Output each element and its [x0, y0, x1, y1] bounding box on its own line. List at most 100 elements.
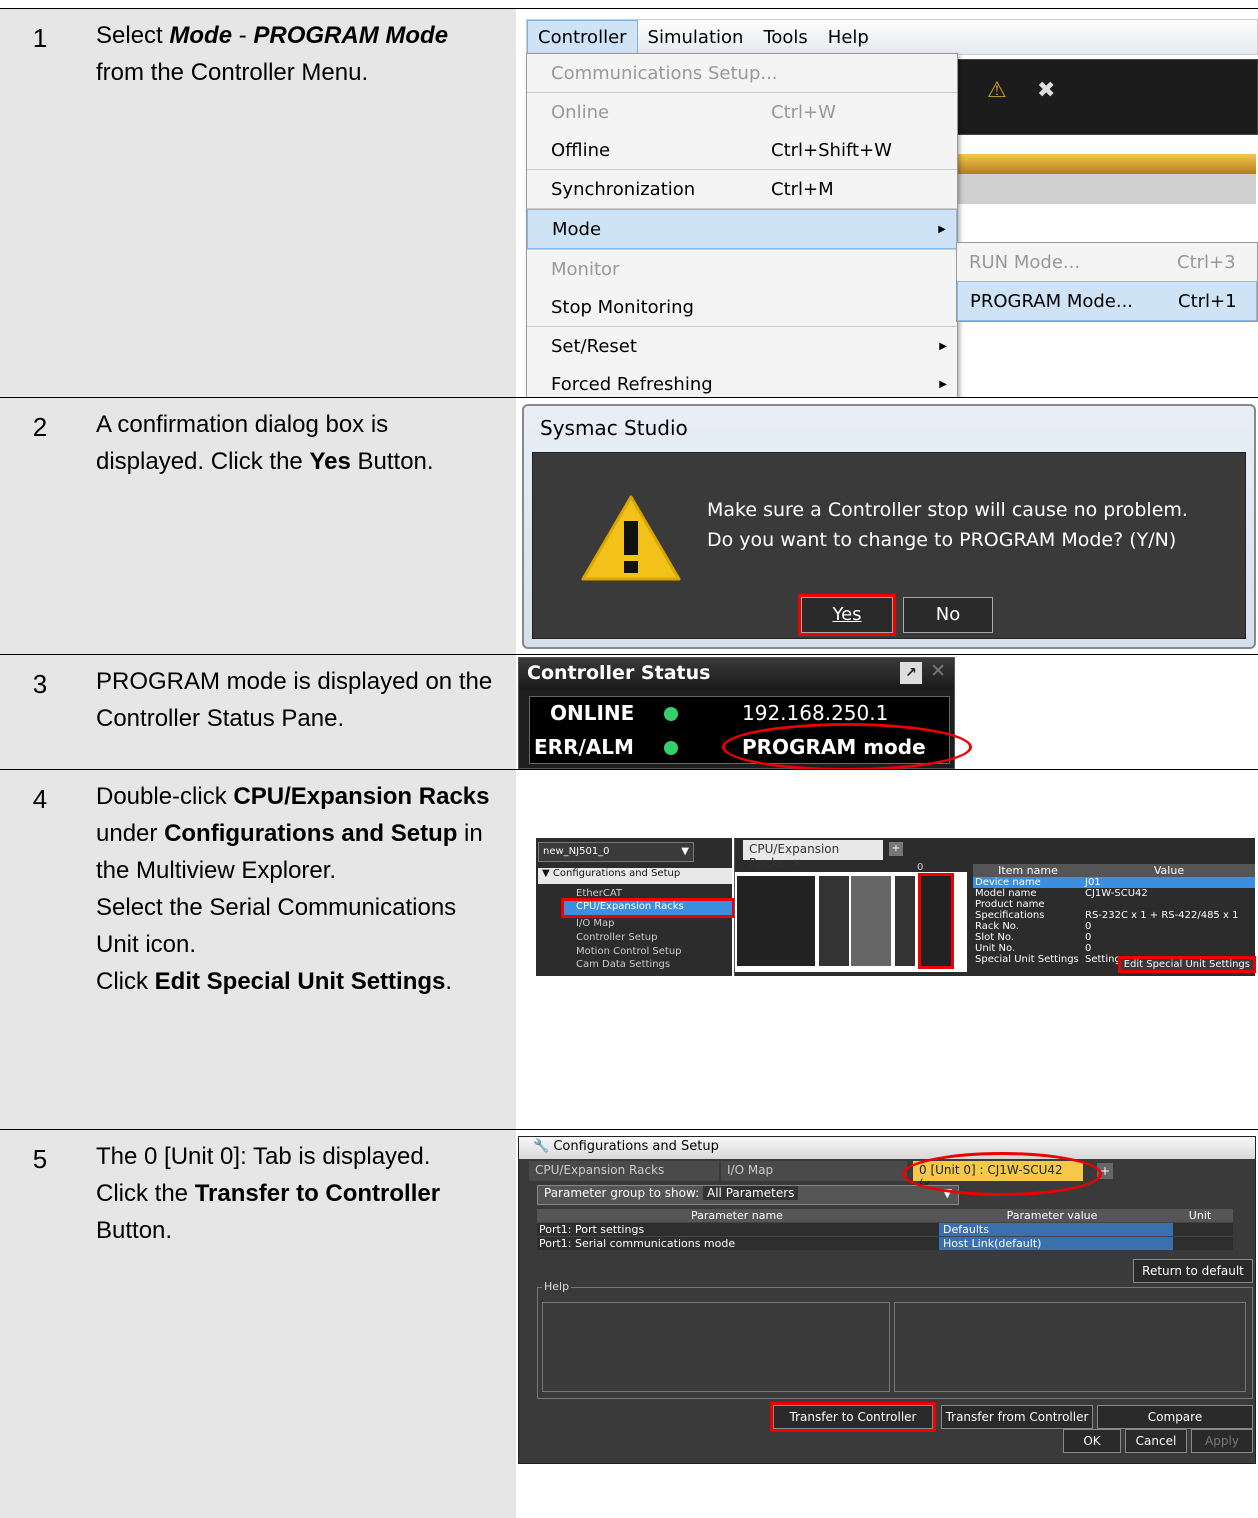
cancel-button[interactable]: Cancel: [1125, 1429, 1187, 1453]
tree-item-motion-control[interactable]: Motion Control Setup: [576, 946, 682, 957]
dialog-message-line1: Make sure a Controller stop will cause n…: [707, 499, 1188, 521]
step-row-4: 4 Double-click CPU/Expansion Racks under…: [0, 769, 1258, 1130]
property-row[interactable]: Specifications RS-232C x 1 + RS-422/485 x…: [973, 910, 1255, 921]
wrench-icon: 🔧: [533, 1139, 550, 1154]
menu-item-synchronization[interactable]: Synchronization Ctrl+M: [527, 170, 957, 208]
submenu-arrow-icon: ▶: [938, 223, 946, 235]
tree-item-ethercat[interactable]: EtherCAT: [576, 888, 622, 899]
step-number: 1: [0, 9, 80, 398]
rack-units: [735, 872, 967, 972]
step-description: A confirmation dialog box is displayed. …: [80, 398, 516, 655]
property-row[interactable]: Device name J01: [973, 877, 1255, 888]
device-select[interactable]: new_NJ501_0 ▼: [538, 842, 694, 862]
menu-item-communications-setup[interactable]: Communications Setup...: [527, 54, 957, 92]
parameter-table: Parameter name Parameter value Unit Port1:…: [537, 1209, 1233, 1250]
dropdown-icon: ▼: [681, 846, 689, 857]
tree-root[interactable]: ▼ Configurations and Setup: [538, 868, 732, 884]
property-row[interactable]: Slot No. 0: [973, 932, 1255, 943]
highlight-ellipse: [722, 723, 972, 771]
step-row-3: 3 PROGRAM mode is displayed on the Contr…: [0, 654, 1258, 771]
property-row[interactable]: Unit No. 0: [973, 943, 1255, 954]
menu-item-run-mode[interactable]: RUN Mode... Ctrl+3: [957, 243, 1257, 281]
window-title: Configurations and Setup: [553, 1139, 719, 1154]
menu-simulation[interactable]: Simulation: [638, 21, 754, 54]
menu-item-program-mode[interactable]: PROGRAM Mode... Ctrl+1: [957, 281, 1257, 321]
step-number: 5: [0, 1130, 80, 1518]
return-to-default-button[interactable]: Return to default: [1133, 1259, 1253, 1283]
screenshot-controller-menu: ⚠ ✖ Controller Simulation Tools Help Commun…: [516, 9, 1258, 404]
menu-item-set-reset[interactable]: Set/Reset ▶: [527, 327, 957, 365]
menu-item-stop-monitoring[interactable]: Stop Monitoring: [527, 288, 957, 326]
menu-help[interactable]: Help: [818, 21, 879, 54]
menu-item-offline[interactable]: Offline Ctrl+Shift+W: [527, 131, 957, 169]
step-row-1: 1 Select Mode - PROGRAM Mode from the Co…: [0, 8, 1258, 404]
step-row-2: 2 A confirmation dialog box is displayed…: [0, 397, 1258, 655]
menu-bar: Controller Simulation Tools Help: [526, 19, 1258, 55]
property-row[interactable]: Model name CJ1W-SCU42: [973, 888, 1255, 899]
step-number: 4: [0, 770, 80, 1130]
rack-canvas: CPU/Expansion Racks × + 0 Item name Value…: [734, 838, 1257, 976]
online-label: ONLINE: [550, 701, 635, 725]
parameter-row[interactable]: Port1: Port settings Defaults: [537, 1222, 1233, 1236]
warning-icon: ⚠: [987, 78, 1007, 103]
tree-item-controller-setup[interactable]: Controller Setup: [576, 932, 657, 943]
menu-item-online[interactable]: Online Ctrl+W: [527, 93, 957, 131]
ok-button[interactable]: OK: [1063, 1429, 1121, 1453]
configurations-window: 🔧 Configurations and Setup CPU/Expansion…: [518, 1136, 1256, 1464]
menu-item-mode[interactable]: Mode ▶: [527, 209, 957, 249]
err-alm-label: ERR/ALM: [534, 735, 634, 759]
menu-tools[interactable]: Tools: [753, 21, 817, 54]
tree-item-io-map[interactable]: I/O Map: [576, 918, 614, 929]
dialog-message-line2: Do you want to change to PROGRAM Mode? (…: [707, 529, 1177, 551]
screenshot-unit-settings: 🔧 Configurations and Setup CPU/Expansion…: [516, 1130, 1258, 1518]
close-icon[interactable]: ×: [792, 856, 802, 870]
step-number: 2: [0, 398, 80, 655]
mode-submenu: RUN Mode... Ctrl+3 PROGRAM Mode... Ctrl+1: [956, 242, 1258, 322]
tree-item-cam-data[interactable]: Cam Data Settings: [576, 959, 670, 970]
apply-button[interactable]: Apply: [1191, 1429, 1253, 1453]
transfer-to-controller-button[interactable]: Transfer to Controller: [770, 1402, 936, 1432]
property-row[interactable]: Rack No. 0: [973, 921, 1255, 932]
menu-controller[interactable]: Controller: [527, 20, 638, 55]
toolbar-background: ⚠ ✖: [956, 59, 1258, 135]
float-icon[interactable]: ↗: [900, 662, 922, 684]
step-description: The 0 [Unit 0]: Tab is displayed. Click …: [80, 1130, 516, 1518]
multiview-explorer: new_NJ501_0 ▼ ▼ Configurations and Setup …: [536, 838, 735, 976]
parameter-row[interactable]: Port1: Serial communications mode Host Li…: [537, 1236, 1233, 1250]
close-icon[interactable]: ✕: [930, 660, 946, 682]
tree-item-cpu-racks[interactable]: CPU/Expansion Racks: [561, 898, 735, 918]
property-grid: Item name Value Device name J01 Model name C…: [973, 864, 1257, 974]
pane-title: Controller Status: [527, 662, 711, 684]
screenshot-confirm-dialog: Sysmac Studio Make sure a Controller sto…: [516, 398, 1258, 655]
transfer-from-controller-button[interactable]: Transfer from Controller: [941, 1405, 1093, 1429]
step-description: Select Mode - PROGRAM Mode from the Cont…: [80, 9, 516, 398]
tab-cpu-racks[interactable]: CPU/Expansion Racks: [529, 1161, 719, 1181]
step-row-5: 5 The 0 [Unit 0]: Tab is displayed. Clic…: [0, 1129, 1258, 1518]
tool-icon: ✖: [1037, 78, 1056, 103]
property-row[interactable]: Product name: [973, 899, 1255, 910]
screenshot-rack-view: new_NJ501_0 ▼ ▼ Configurations and Setup …: [516, 770, 1258, 1130]
add-tab-icon[interactable]: +: [889, 842, 903, 856]
step-number: 3: [0, 655, 80, 770]
confirm-dialog: Sysmac Studio Make sure a Controller sto…: [522, 404, 1256, 649]
submenu-arrow-icon: ▶: [939, 340, 947, 352]
menu-item-monitor[interactable]: Monitor: [527, 250, 957, 288]
yes-button[interactable]: Yes: [798, 594, 896, 636]
no-button[interactable]: No: [903, 597, 993, 633]
tab-io-map[interactable]: I/O Map: [721, 1161, 907, 1181]
panel-strip: [956, 174, 1256, 204]
serial-unit-icon[interactable]: [918, 873, 954, 969]
submenu-arrow-icon: ▶: [939, 378, 947, 390]
dialog-title: Sysmac Studio: [540, 416, 688, 440]
screenshot-controller-status: Controller Status ↗ ✕ ONLINE 192.168.250…: [516, 655, 1258, 771]
err-alm-indicator: [664, 741, 678, 755]
online-indicator: [664, 707, 678, 721]
edit-special-unit-settings-button[interactable]: Edit Special Unit Settings: [1117, 956, 1257, 973]
help-panel: Help: [537, 1280, 1253, 1399]
parameter-group-selector[interactable]: Parameter group to show: All Parameters …: [537, 1185, 959, 1205]
ip-address: 192.168.250.1: [742, 701, 889, 725]
step-description: Double-click CPU/Expansion Racks under C…: [80, 770, 516, 1130]
tab-cpu-racks[interactable]: CPU/Expansion Racks ×: [743, 840, 883, 870]
compare-button[interactable]: Compare: [1097, 1405, 1253, 1429]
warning-icon: [581, 495, 681, 581]
